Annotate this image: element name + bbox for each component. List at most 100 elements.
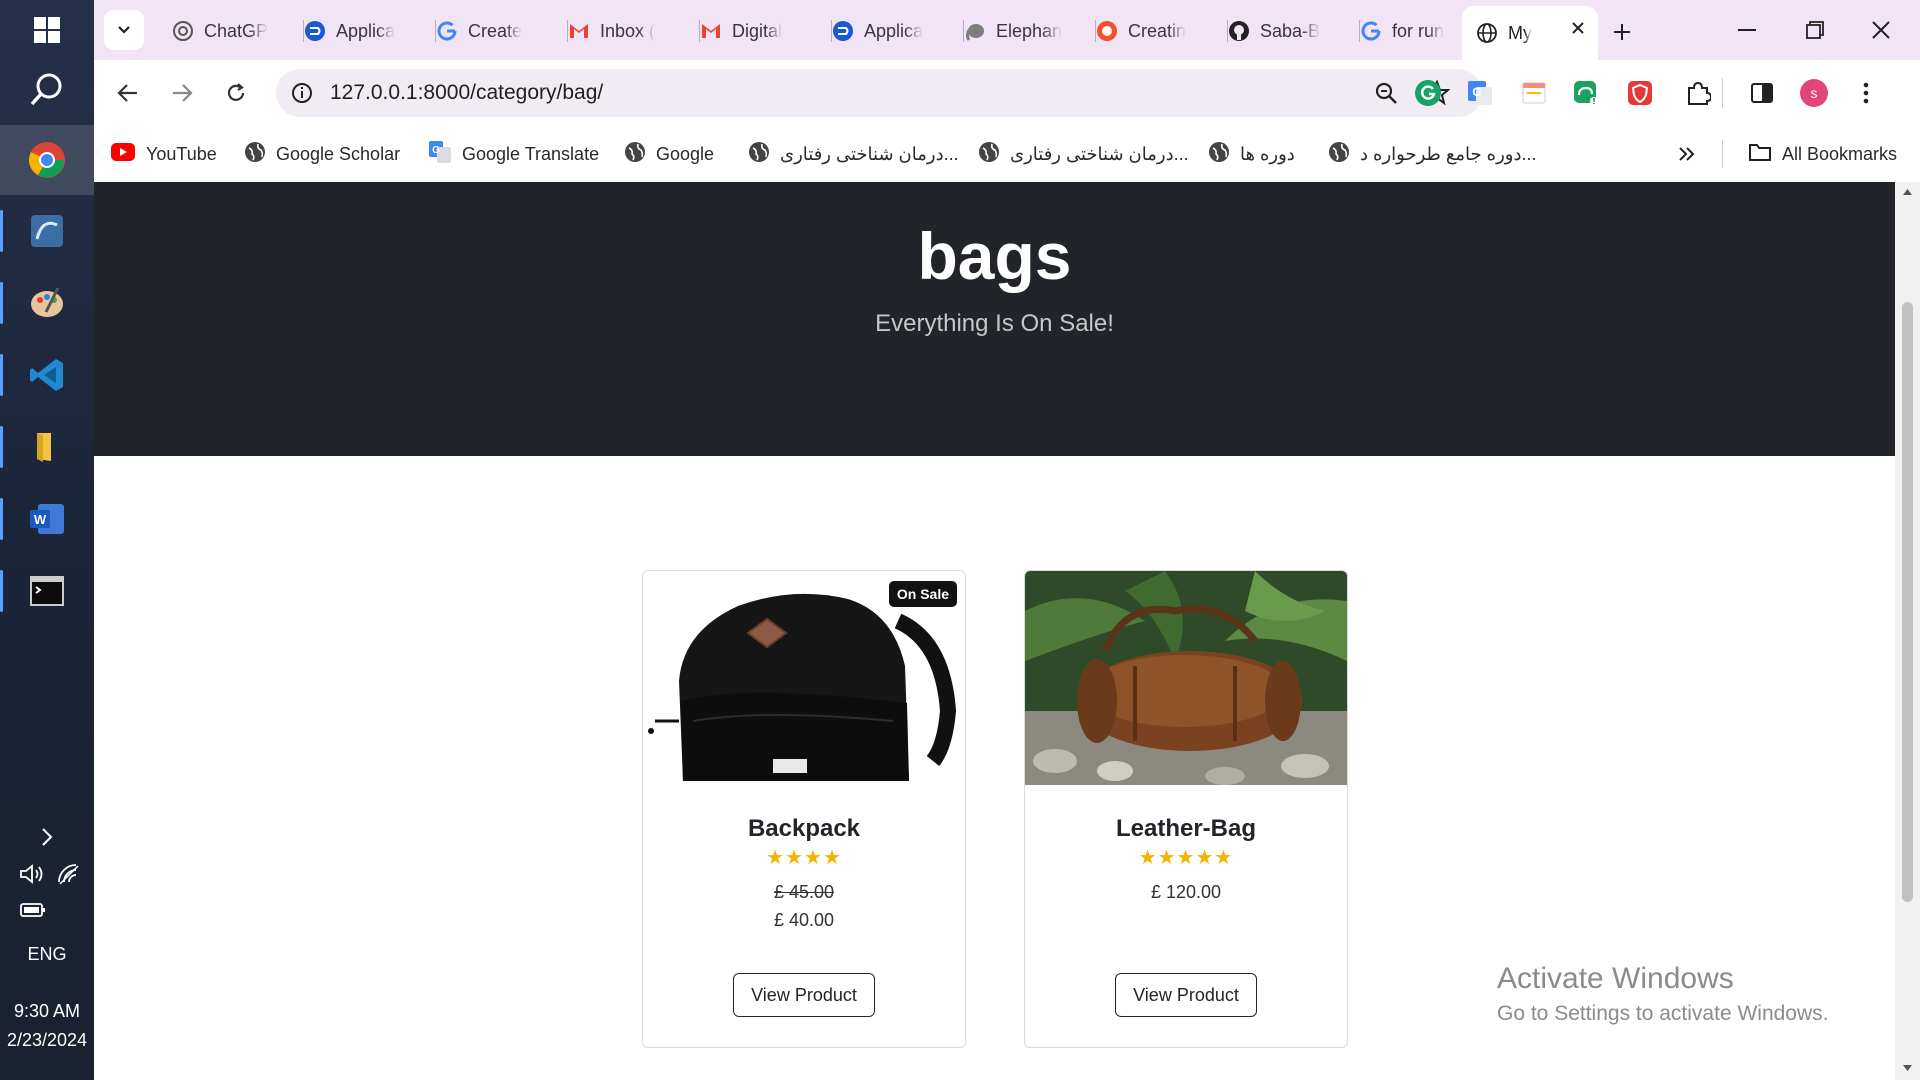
globe-icon [1208, 141, 1230, 168]
cloud-extension-icon[interactable]: ! [1570, 77, 1602, 109]
globe-icon [624, 141, 646, 168]
google-translate-extension-icon[interactable]: G [1464, 77, 1496, 109]
bookmark-cbt-1[interactable]: درمان شناختی رفتاری... [748, 140, 959, 168]
reload-button[interactable] [216, 73, 256, 113]
chevron-right-icon[interactable] [0, 820, 94, 854]
terminal-icon[interactable] [0, 556, 94, 626]
gmail-icon [700, 20, 722, 42]
scroll-up-icon[interactable] [1902, 188, 1913, 196]
word-icon[interactable]: W [0, 484, 94, 554]
view-product-button[interactable]: View Product [733, 973, 875, 1017]
browser-window: ChatGP Applica Create Inbox ( Digital Ap… [94, 0, 1920, 1080]
address-bar[interactable]: 127.0.0.1:8000/category/bag/ [276, 69, 1482, 117]
star-icon: ★ [804, 847, 823, 869]
tab-application[interactable]: Applica [290, 12, 436, 50]
bookmark-label: Google [656, 143, 715, 164]
tab-chatgpt[interactable]: ChatGP [158, 12, 304, 50]
tab-create[interactable]: Create [422, 12, 568, 50]
google-icon [1360, 20, 1382, 42]
clock-time[interactable]: 9:30 AM [0, 1001, 94, 1022]
tab-title: Create [468, 20, 523, 41]
site-info-icon[interactable] [290, 81, 314, 110]
chrome-taskbar-icon[interactable] [0, 125, 94, 195]
bookmark-courses[interactable]: دوره ها [1208, 140, 1295, 168]
minimize-button[interactable] [1714, 0, 1780, 60]
volume-icon[interactable] [18, 862, 46, 886]
tab-application-2[interactable]: Applica [818, 12, 964, 50]
bookmark-schema-course[interactable]: دوره جامع طرحواره د... [1328, 140, 1537, 168]
product-image-backpack[interactable]: On Sale [643, 571, 965, 785]
back-button[interactable] [108, 73, 148, 113]
bookmarks-bar: YouTube Google Scholar G Google Translat… [94, 126, 1920, 183]
paint-icon[interactable] [0, 268, 94, 338]
language-indicator[interactable]: ENG [0, 944, 94, 965]
youtube-icon [110, 142, 136, 167]
side-panel-icon[interactable] [1746, 77, 1778, 109]
bookmark-google-translate[interactable]: G Google Translate [428, 140, 599, 168]
browser-toolbar: 127.0.0.1:8000/category/bag/ G ! s [94, 60, 1920, 126]
page-viewport: bags Everything Is On Sale! On Sale Back… [94, 182, 1920, 1080]
mysql-workbench-icon[interactable] [0, 196, 94, 266]
svg-text:G: G [432, 145, 440, 156]
tab-inbox[interactable]: Inbox ( [554, 12, 700, 50]
tab-title: My [1508, 22, 1532, 43]
tab-title: Creatin [1128, 20, 1187, 41]
zoom-icon[interactable] [1374, 81, 1398, 110]
tab-strip: ChatGP Applica Create Inbox ( Digital Ap… [94, 0, 1920, 60]
svg-text:W: W [34, 512, 47, 527]
tab-elephant[interactable]: Elephan [950, 12, 1096, 50]
scroll-down-icon[interactable] [1902, 1064, 1913, 1072]
hero-header: bags Everything Is On Sale! [94, 182, 1895, 456]
gmail-icon [568, 20, 590, 42]
bookmarks-divider [1722, 140, 1723, 168]
grammarly-icon[interactable] [1412, 77, 1444, 109]
tab-creating[interactable]: Creatin [1082, 12, 1228, 50]
profile-avatar[interactable]: s [1798, 77, 1830, 109]
shield-extension-icon[interactable] [1624, 77, 1656, 109]
globe-icon [748, 141, 770, 168]
bookmark-google-scholar[interactable]: Google Scholar [244, 140, 400, 168]
star-icon: ★ [1195, 847, 1215, 869]
globe-icon [244, 141, 266, 168]
bookmark-youtube[interactable]: YouTube [110, 140, 217, 168]
app-icon [304, 20, 326, 42]
tab-github[interactable]: Saba-B [1214, 12, 1360, 50]
tab-active-my[interactable]: My [1462, 6, 1598, 60]
calendar-extension-icon[interactable] [1518, 77, 1550, 109]
bookmark-label: درمان شناختی رفتاری... [780, 143, 959, 164]
star-icon: ★ [766, 847, 786, 869]
star-icon: ★ [1176, 847, 1196, 869]
windows-start-icon[interactable] [0, 0, 94, 60]
taskbar: W ENG 9:30 AM 2/23/2024 [0, 0, 94, 1080]
scrollbar-thumb[interactable] [1902, 302, 1913, 902]
view-product-button[interactable]: View Product [1115, 973, 1257, 1017]
bookmark-google[interactable]: Google [624, 140, 714, 168]
page-title: bags [917, 219, 1072, 293]
page-subtitle: Everything Is On Sale! [875, 310, 1114, 337]
bookmark-cbt-2[interactable]: درمان شناختی رفتاری... [978, 140, 1189, 168]
clock-date[interactable]: 2/23/2024 [0, 1030, 94, 1051]
file-explorer-icon[interactable] [0, 412, 94, 482]
search-icon[interactable] [0, 55, 94, 125]
close-window-button[interactable] [1848, 0, 1914, 60]
double-chevron-right-icon [1679, 147, 1695, 161]
page-scrollbar[interactable] [1895, 182, 1920, 1080]
product-image-leather-bag[interactable] [1025, 571, 1347, 785]
restore-button[interactable] [1782, 0, 1848, 60]
close-tab-icon[interactable] [1570, 20, 1586, 41]
battery-icon[interactable] [20, 902, 46, 918]
more-bookmarks-button[interactable] [1678, 140, 1696, 168]
vscode-icon[interactable] [0, 340, 94, 410]
all-bookmarks-button[interactable]: All Bookmarks [1748, 140, 1897, 168]
tab-search-button[interactable] [104, 10, 144, 50]
arrow-left-icon [117, 84, 137, 102]
extensions-puzzle-icon[interactable] [1682, 77, 1714, 109]
new-tab-button[interactable] [1602, 12, 1642, 52]
tab-title: Inbox ( [600, 20, 656, 41]
tab-digital[interactable]: Digital [686, 12, 832, 50]
product-rating: ★★★★★ [1025, 845, 1347, 870]
forward-button[interactable] [162, 73, 202, 113]
wifi-icon[interactable] [56, 862, 82, 886]
menu-kebab-icon[interactable] [1850, 77, 1882, 109]
url-text[interactable]: 127.0.0.1:8000/category/bag/ [330, 81, 603, 105]
